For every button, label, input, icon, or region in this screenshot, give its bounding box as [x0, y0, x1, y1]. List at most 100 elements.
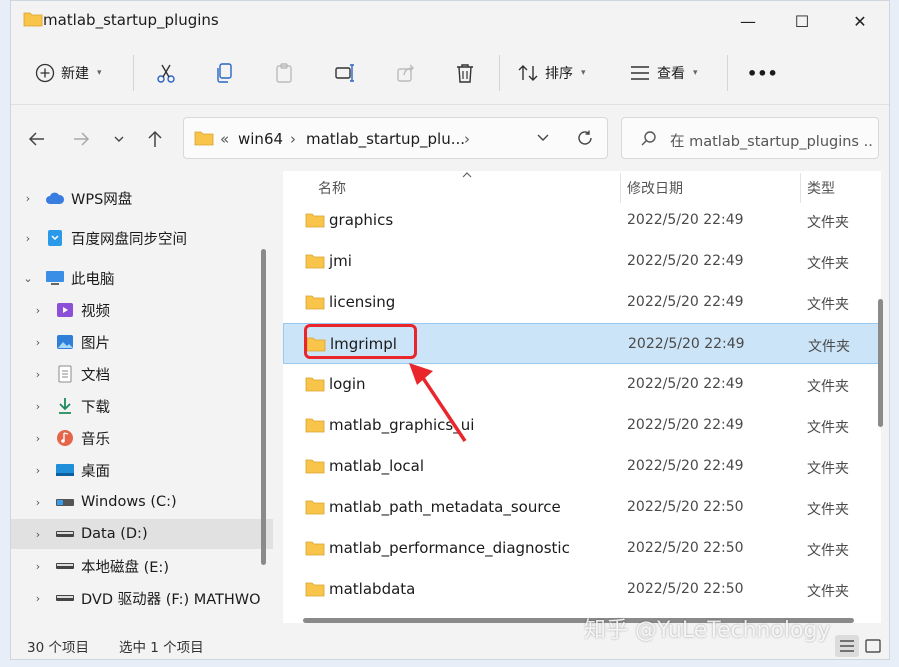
chevron-right-icon[interactable]: ›: [31, 432, 45, 445]
file-type: 文件夹: [807, 461, 849, 477]
breadcrumb-win64[interactable]: win64: [238, 130, 283, 148]
refresh-icon[interactable]: [576, 129, 594, 147]
sidebar-item-this-pc[interactable]: ⌄ 此电脑: [11, 263, 273, 293]
chevron-down-icon[interactable]: ⌄: [21, 272, 35, 285]
sidebar-item-label: 文档: [81, 367, 110, 384]
file-explorer-window: matlab_startup_plugins — ☐ ✕ 新建 ▾ 排序 ▾ 查…: [10, 0, 890, 660]
details-view-icon[interactable]: [835, 635, 859, 657]
sidebar-item-label: 桌面: [81, 463, 110, 480]
chevron-down-icon: ▾: [581, 68, 586, 78]
computer-icon: [45, 269, 65, 287]
table-row[interactable]: login 2022/5/20 22:49 文件夹: [283, 364, 879, 405]
sidebar-item-label: 下载: [81, 399, 110, 416]
cut-button[interactable]: [155, 59, 177, 87]
chevron-right-icon[interactable]: ›: [21, 192, 35, 205]
table-row[interactable]: matlab_performance_diagnostic 2022/5/20 …: [283, 528, 879, 569]
tiles-view-icon[interactable]: [861, 635, 885, 657]
drive-icon: [55, 557, 75, 575]
close-button[interactable]: ✕: [837, 7, 883, 35]
share-button[interactable]: [395, 59, 417, 87]
chevron-right-icon[interactable]: ›: [31, 400, 45, 413]
breadcrumb-separator[interactable]: ›: [290, 130, 296, 148]
file-date: 2022/5/20 22:50: [627, 581, 744, 597]
folder-icon: [305, 213, 325, 228]
file-type: 文件夹: [807, 256, 849, 272]
file-type: 文件夹: [808, 339, 850, 355]
sort-icon: [518, 65, 538, 81]
folder-icon: [305, 418, 325, 433]
sidebar-item-desktop[interactable]: › 桌面: [11, 455, 273, 485]
sidebar-scrollbar[interactable]: [261, 249, 266, 565]
maximize-button[interactable]: ☐: [779, 7, 825, 35]
sidebar-item-wps-drive[interactable]: › WPS网盘: [11, 183, 273, 213]
dvd-drive-icon: [55, 589, 75, 607]
new-label: 新建: [61, 66, 89, 82]
chevron-right-icon[interactable]: ›: [31, 304, 45, 317]
sort-ascending-icon: [462, 172, 472, 178]
sidebar-item-windows-c[interactable]: › Windows (C:): [11, 487, 273, 517]
paste-button[interactable]: [274, 59, 294, 87]
minimize-button[interactable]: —: [725, 7, 771, 35]
breadcrumb-current-folder[interactable]: matlab_startup_plu...: [306, 130, 465, 148]
sidebar-item-dvd-f[interactable]: › DVD 驱动器 (F:) MATHWO: [11, 583, 273, 613]
recent-locations-chevron-icon[interactable]: [105, 125, 133, 153]
folder-icon: [305, 582, 325, 597]
watermark: 知乎 @YuLeTechnology: [584, 618, 831, 643]
up-arrow-icon[interactable]: [141, 125, 169, 153]
chevron-right-icon[interactable]: ›: [31, 528, 45, 541]
table-row[interactable]: matlab_path_metadata_source 2022/5/20 22…: [283, 487, 879, 528]
column-divider[interactable]: [800, 173, 801, 203]
column-divider[interactable]: [620, 173, 621, 203]
view-button[interactable]: 查看 ▾: [629, 59, 698, 87]
table-row[interactable]: matlab_local 2022/5/20 22:49 文件夹: [283, 446, 879, 487]
sidebar-item-music[interactable]: › 音乐: [11, 423, 273, 453]
file-type: 文件夹: [807, 584, 849, 600]
table-row[interactable]: licensing 2022/5/20 22:49 文件夹: [283, 282, 879, 323]
pictures-icon: [55, 333, 75, 351]
table-row[interactable]: matlab_graphics_ui 2022/5/20 22:49 文件夹: [283, 405, 879, 446]
chevron-right-icon[interactable]: ›: [31, 336, 45, 349]
plus-circle-icon: [35, 63, 55, 83]
file-name: matlab_path_metadata_source: [329, 498, 561, 516]
copy-button[interactable]: [215, 59, 235, 87]
scissors-icon: [157, 64, 175, 83]
more-options-button[interactable]: •••: [747, 59, 778, 87]
chevron-right-icon[interactable]: ›: [31, 560, 45, 573]
back-arrow-icon[interactable]: [23, 125, 51, 153]
sidebar-item-documents[interactable]: › 文档: [11, 359, 273, 389]
folder-icon: [194, 131, 214, 146]
chevron-right-icon[interactable]: ›: [21, 232, 35, 245]
breadcrumb-separator[interactable]: ›: [464, 130, 470, 148]
table-row[interactable]: graphics 2022/5/20 22:49 文件夹: [283, 200, 879, 241]
rename-button[interactable]: [334, 59, 356, 87]
chevron-down-icon[interactable]: [536, 132, 550, 144]
file-name: matlabdata: [329, 580, 416, 598]
chevron-right-icon[interactable]: ›: [31, 464, 45, 477]
chevron-right-icon[interactable]: ›: [31, 592, 45, 605]
annotation-arrow-icon: [409, 363, 467, 442]
chevron-right-icon[interactable]: ›: [31, 496, 45, 509]
sort-button[interactable]: 排序 ▾: [517, 59, 586, 87]
vertical-scrollbar[interactable]: [878, 299, 883, 427]
forward-arrow-icon[interactable]: [67, 125, 95, 153]
table-row[interactable]: matlabdata 2022/5/20 22:50 文件夹: [283, 569, 879, 610]
table-row[interactable]: jmi 2022/5/20 22:49 文件夹: [283, 241, 879, 282]
item-count: 30 个项目: [27, 640, 89, 656]
sidebar-item-data-d[interactable]: › Data (D:): [11, 519, 273, 549]
sidebar-item-downloads[interactable]: › 下载: [11, 391, 273, 421]
folder-icon: [305, 295, 325, 310]
delete-button[interactable]: [455, 59, 475, 87]
sidebar-item-videos[interactable]: › 视频: [11, 295, 273, 325]
sidebar-item-local-e[interactable]: › 本地磁盘 (E:): [11, 551, 273, 581]
file-date: 2022/5/20 22:49: [627, 458, 744, 474]
sidebar-item-baidu-sync[interactable]: › 百度网盘同步空间: [11, 223, 273, 253]
file-type: 文件夹: [807, 502, 849, 518]
search-input[interactable]: 在 matlab_startup_plugins ...: [621, 117, 879, 159]
chevron-down-icon: ▾: [693, 68, 698, 78]
chevron-down-icon: ▾: [97, 68, 102, 78]
address-bar[interactable]: « win64 › matlab_startup_plu... ›: [183, 117, 608, 159]
breadcrumb-overflow[interactable]: «: [220, 130, 229, 148]
new-button[interactable]: 新建 ▾: [35, 59, 102, 87]
chevron-right-icon[interactable]: ›: [31, 368, 45, 381]
sidebar-item-pictures[interactable]: › 图片: [11, 327, 273, 357]
